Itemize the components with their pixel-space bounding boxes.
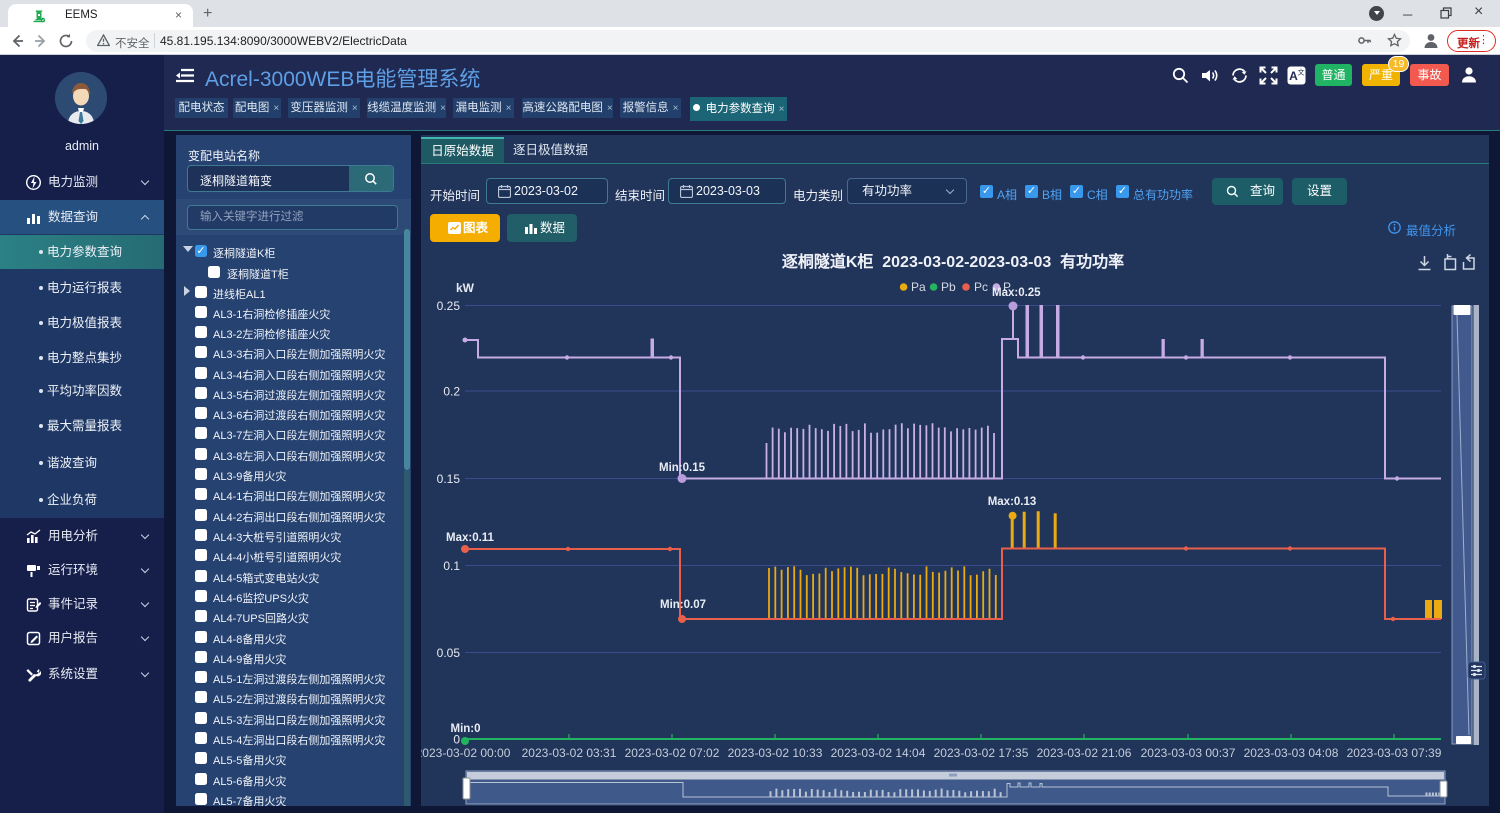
svg-text:Max:0.11: Max:0.11 bbox=[446, 532, 495, 544]
svg-text:0.1: 0.1 bbox=[443, 559, 460, 573]
svg-text:Pc: Pc bbox=[974, 280, 988, 294]
svg-text:2023-03-02 21:06: 2023-03-02 21:06 bbox=[1037, 746, 1132, 760]
svg-text:2023-03-02 07:02: 2023-03-02 07:02 bbox=[625, 746, 720, 760]
svg-text:Max:0.13: Max:0.13 bbox=[988, 496, 1037, 508]
svg-text:Min:0.07: Min:0.07 bbox=[660, 599, 706, 611]
svg-text:2023-03-03 00:37: 2023-03-03 00:37 bbox=[1141, 746, 1236, 760]
svg-text:0.05: 0.05 bbox=[437, 646, 461, 660]
svg-text:Max:0.25: Max:0.25 bbox=[992, 287, 1041, 299]
svg-text:2023-03-02 10:33: 2023-03-02 10:33 bbox=[728, 746, 823, 760]
svg-text:0.25: 0.25 bbox=[437, 299, 461, 313]
svg-text:Pa: Pa bbox=[911, 280, 926, 294]
svg-text:2023-03-03 07:39: 2023-03-03 07:39 bbox=[1347, 746, 1442, 760]
svg-text:逐桐隧道K柜 2023-03-02-2023-03-03: 逐桐隧道K柜 2023-03-02-2023-03-03 有功功率 bbox=[782, 252, 1124, 271]
svg-text:2023-03-03 04:08: 2023-03-03 04:08 bbox=[1244, 746, 1339, 760]
svg-text:文: 文 bbox=[1298, 68, 1305, 77]
svg-text:Min:0.15: Min:0.15 bbox=[659, 462, 706, 474]
svg-text:Pb: Pb bbox=[941, 280, 956, 294]
svg-text:2023-03-02 14:04: 2023-03-02 14:04 bbox=[831, 746, 926, 760]
svg-text:2023-03-02 00:00: 2023-03-02 00:00 bbox=[421, 746, 511, 760]
svg-text:0.2: 0.2 bbox=[443, 385, 460, 399]
svg-text:2023-03-02 03:31: 2023-03-02 03:31 bbox=[522, 746, 617, 760]
svg-text:Min:0: Min:0 bbox=[450, 723, 480, 735]
svg-text:2023-03-02 17:35: 2023-03-02 17:35 bbox=[934, 746, 1029, 760]
svg-text:kW: kW bbox=[456, 281, 475, 295]
svg-text:0.15: 0.15 bbox=[437, 472, 461, 486]
